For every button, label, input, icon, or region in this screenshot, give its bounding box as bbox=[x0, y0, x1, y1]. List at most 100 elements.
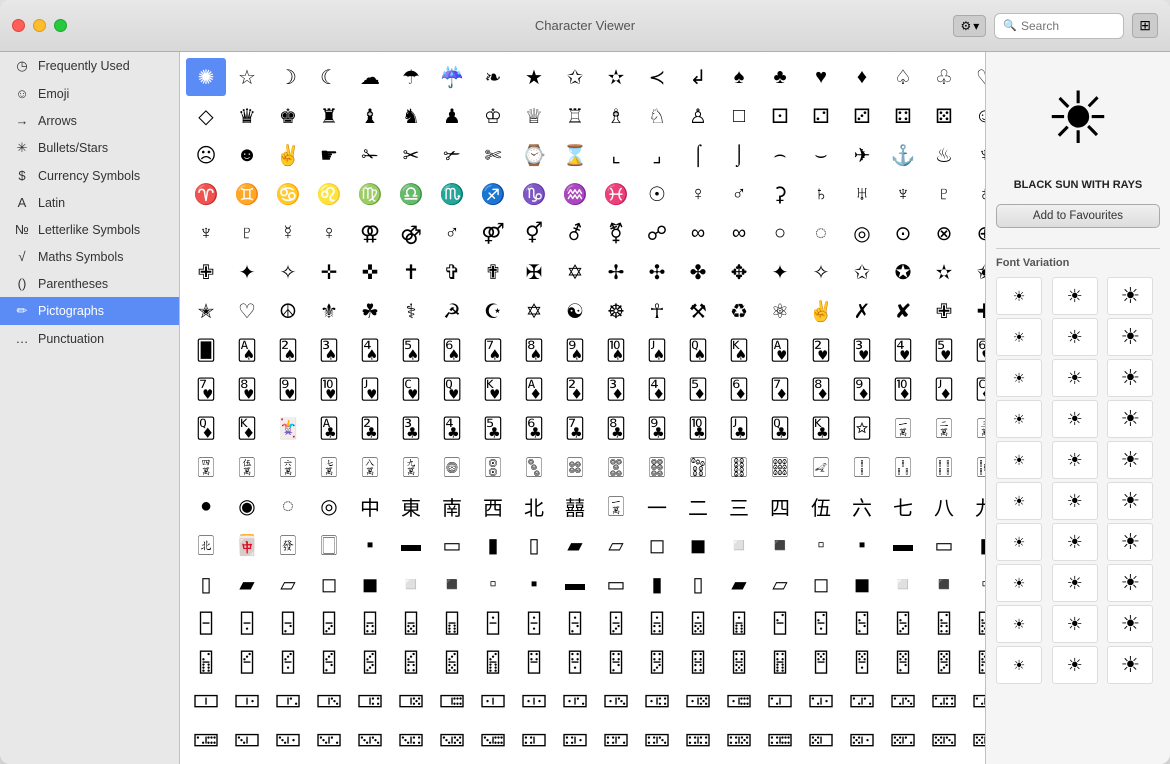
char-cell[interactable]: 🁧 bbox=[760, 760, 800, 764]
char-cell[interactable]: ♇ bbox=[227, 214, 267, 252]
char-cell[interactable]: ✠ bbox=[514, 253, 554, 291]
char-cell[interactable]: 🁝 bbox=[350, 760, 390, 764]
char-cell[interactable]: 🀛 bbox=[514, 448, 554, 486]
char-cell[interactable]: ▰ bbox=[555, 526, 595, 564]
char-cell[interactable]: ✦ bbox=[760, 253, 800, 291]
char-cell[interactable]: ♆ bbox=[965, 136, 985, 174]
char-cell[interactable]: ✭ bbox=[186, 292, 226, 330]
font-var-cell[interactable]: ☀ bbox=[996, 277, 1042, 315]
char-cell[interactable]: 🀱 bbox=[186, 682, 226, 720]
char-cell[interactable]: 🃞 bbox=[801, 409, 841, 447]
char-cell[interactable]: ◼ bbox=[350, 565, 390, 603]
char-cell[interactable]: 🂩 bbox=[555, 331, 595, 369]
char-cell[interactable]: 🁖 bbox=[883, 721, 923, 759]
font-var-cell[interactable]: ☀ bbox=[996, 482, 1042, 520]
font-var-cell[interactable]: ☀ bbox=[1107, 359, 1153, 397]
char-cell[interactable]: ⌛ bbox=[555, 136, 595, 174]
char-cell[interactable]: 🁵 bbox=[924, 604, 964, 642]
char-cell[interactable]: 🁀 bbox=[801, 682, 841, 720]
char-cell[interactable]: 🂭 bbox=[678, 331, 718, 369]
search-input[interactable] bbox=[1021, 19, 1115, 33]
char-cell[interactable]: 🁱 bbox=[760, 604, 800, 642]
char-cell[interactable]: ♣ bbox=[760, 58, 800, 96]
char-cell[interactable]: 🀙 bbox=[432, 448, 472, 486]
char-cell[interactable]: 🀎 bbox=[350, 448, 390, 486]
char-cell[interactable]: ♨ bbox=[924, 136, 964, 174]
char-cell[interactable]: ⌣ bbox=[801, 136, 841, 174]
char-cell[interactable]: 🁙 bbox=[186, 760, 226, 764]
char-cell[interactable]: ◽ bbox=[883, 565, 923, 603]
char-cell[interactable]: ✘ bbox=[883, 292, 923, 330]
char-cell[interactable]: ⌡ bbox=[719, 136, 759, 174]
char-cell[interactable]: 🀲 bbox=[227, 682, 267, 720]
char-cell[interactable]: 七 bbox=[883, 487, 923, 525]
char-cell[interactable]: 🀈 bbox=[924, 409, 964, 447]
char-cell[interactable]: 🁞 bbox=[391, 760, 431, 764]
char-cell[interactable]: 九 bbox=[965, 487, 985, 525]
char-cell[interactable]: ♓ bbox=[596, 175, 636, 213]
char-cell[interactable]: 🃛 bbox=[719, 409, 759, 447]
char-cell[interactable]: ∞ bbox=[719, 214, 759, 252]
char-cell[interactable]: 🁥 bbox=[268, 604, 308, 642]
char-cell[interactable]: 伍 bbox=[801, 487, 841, 525]
char-cell[interactable]: 🂼 bbox=[391, 370, 431, 408]
char-cell[interactable]: ✩ bbox=[842, 253, 882, 291]
char-cell[interactable]: 🂪 bbox=[596, 331, 636, 369]
char-cell[interactable]: 西 bbox=[473, 487, 513, 525]
char-cell[interactable]: 🀟 bbox=[678, 448, 718, 486]
char-cell[interactable]: ▱ bbox=[596, 526, 636, 564]
char-cell[interactable]: ▬ bbox=[555, 565, 595, 603]
char-cell[interactable]: 🁸 bbox=[227, 643, 267, 681]
char-cell[interactable]: 🃊 bbox=[883, 370, 923, 408]
font-var-cell[interactable]: ☀ bbox=[1052, 646, 1098, 684]
char-cell[interactable]: ♜ bbox=[309, 97, 349, 135]
font-var-cell[interactable]: ☀ bbox=[996, 318, 1042, 356]
char-cell[interactable]: 🀹 bbox=[514, 682, 554, 720]
char-cell[interactable]: 🁷 bbox=[186, 643, 226, 681]
char-cell[interactable]: ♠ bbox=[719, 58, 759, 96]
char-cell[interactable]: 🀺 bbox=[555, 682, 595, 720]
char-cell[interactable]: ▭ bbox=[432, 526, 472, 564]
char-cell[interactable]: 🁛 bbox=[268, 760, 308, 764]
char-cell[interactable]: 🀴 bbox=[309, 682, 349, 720]
char-cell[interactable]: 🂨 bbox=[514, 331, 554, 369]
char-cell[interactable]: ♏ bbox=[432, 175, 472, 213]
char-cell[interactable]: ⚛ bbox=[760, 292, 800, 330]
char-cell[interactable]: ☛ bbox=[309, 136, 349, 174]
char-cell[interactable]: 南 bbox=[432, 487, 472, 525]
font-var-cell[interactable]: ☀ bbox=[1052, 359, 1098, 397]
font-var-cell[interactable]: ☀ bbox=[1107, 277, 1153, 315]
char-cell[interactable]: 🀝 bbox=[596, 448, 636, 486]
grid-view-button[interactable]: ⊞ bbox=[1132, 13, 1158, 38]
char-cell[interactable]: ⊙ bbox=[883, 214, 923, 252]
char-cell[interactable]: 🁥 bbox=[678, 760, 718, 764]
char-cell[interactable]: ♀ bbox=[309, 214, 349, 252]
char-cell[interactable]: 🀒 bbox=[883, 448, 923, 486]
font-var-cell[interactable]: ☀ bbox=[1052, 318, 1098, 356]
char-cell[interactable]: ✙ bbox=[924, 292, 964, 330]
char-cell[interactable]: 🀔 bbox=[965, 448, 985, 486]
char-cell[interactable]: 六 bbox=[842, 487, 882, 525]
char-cell[interactable]: 一 bbox=[637, 487, 677, 525]
char-cell[interactable]: ♗ bbox=[596, 97, 636, 135]
char-cell[interactable]: ♛ bbox=[227, 97, 267, 135]
char-cell[interactable]: ☥ bbox=[637, 292, 677, 330]
char-cell[interactable]: ▫ bbox=[473, 565, 513, 603]
char-cell[interactable]: 🁨 bbox=[801, 760, 841, 764]
char-cell[interactable]: ⚧ bbox=[596, 214, 636, 252]
char-cell[interactable]: 🁒 bbox=[719, 721, 759, 759]
char-cell[interactable]: ✣ bbox=[637, 253, 677, 291]
char-cell[interactable]: ▭ bbox=[924, 526, 964, 564]
char-cell[interactable]: ▰ bbox=[719, 565, 759, 603]
sidebar-item-latin[interactable]: ALatin bbox=[0, 189, 179, 216]
char-cell[interactable]: ⚥ bbox=[514, 214, 554, 252]
char-cell[interactable]: ⊗ bbox=[924, 214, 964, 252]
char-cell[interactable]: ♁ bbox=[965, 175, 985, 213]
font-var-cell[interactable]: ☀ bbox=[1107, 318, 1153, 356]
char-cell[interactable]: 🂫 bbox=[637, 331, 677, 369]
char-cell[interactable]: ◻ bbox=[801, 565, 841, 603]
char-cell[interactable]: 四 bbox=[760, 487, 800, 525]
char-cell[interactable]: 🃄 bbox=[637, 370, 677, 408]
char-cell[interactable]: ♆ bbox=[883, 175, 923, 213]
char-cell[interactable]: 中 bbox=[350, 487, 390, 525]
